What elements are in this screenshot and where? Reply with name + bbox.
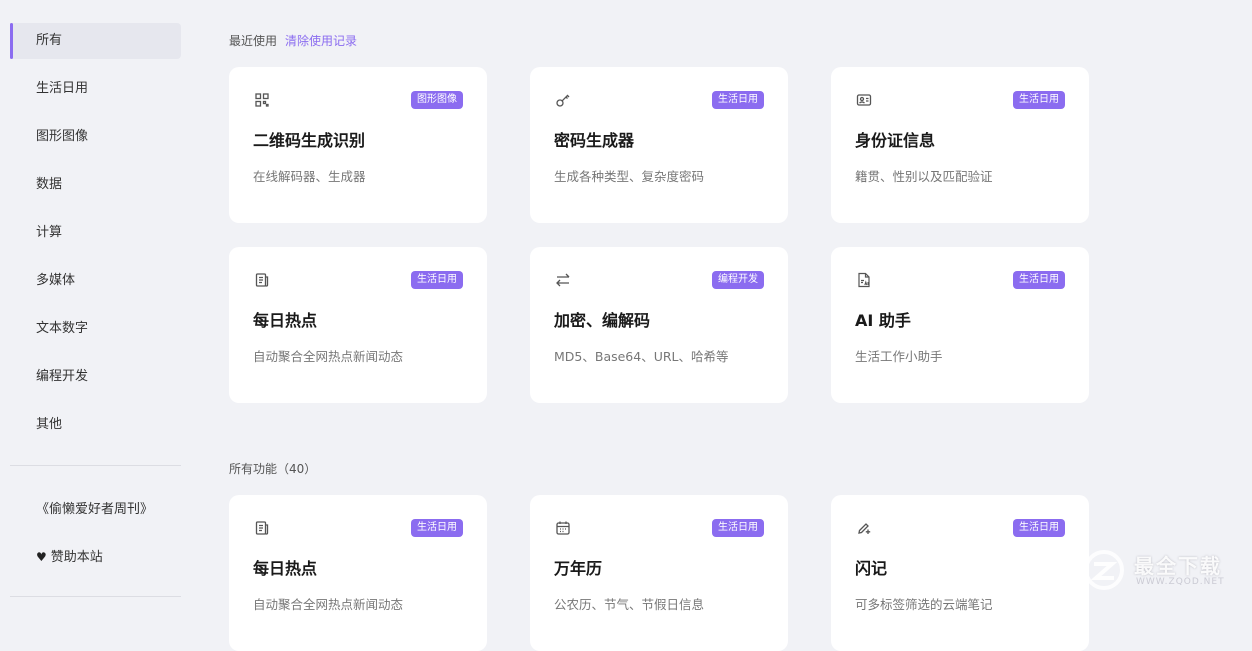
- watermark-logo-icon: [1084, 550, 1124, 590]
- calendar-icon: [555, 520, 571, 536]
- category-badge: 生活日用: [411, 519, 463, 537]
- card-description: 生活工作小助手: [855, 349, 943, 364]
- tool-card-daily-hot[interactable]: 生活日用 每日热点 自动聚合全网热点新闻动态: [229, 247, 487, 403]
- card-title: 加密、编解码: [554, 311, 651, 330]
- category-badge: 生活日用: [1013, 519, 1065, 537]
- pen-plus-icon: [856, 520, 872, 536]
- category-badge: 图形图像: [411, 91, 463, 109]
- tool-card-qrcode[interactable]: 图形图像 二维码生成识别 在线解码器、生成器: [229, 67, 487, 223]
- sponsor-link[interactable]: ♥ 赞助本站: [36, 546, 103, 565]
- tool-card-flash-notes[interactable]: 生活日用 闪记 可多标签筛选的云端笔记: [831, 495, 1089, 651]
- tool-card-calendar[interactable]: 生活日用 万年历 公农历、节气、节假日信息: [530, 495, 788, 651]
- news-icon: [254, 520, 270, 536]
- category-badge: 生活日用: [411, 271, 463, 289]
- all-features-title: 所有功能（40）: [229, 462, 317, 476]
- card-title: 二维码生成识别: [253, 131, 366, 150]
- tool-card-id-card[interactable]: 生活日用 身份证信息 籍贯、性别以及匹配验证: [831, 67, 1089, 223]
- clear-history-link[interactable]: 清除使用记录: [285, 34, 357, 48]
- sidebar-divider-bottom: [10, 596, 181, 597]
- card-title: 密码生成器: [554, 131, 635, 150]
- sidebar-item-graphics[interactable]: 图形图像: [10, 119, 181, 155]
- qrcode-icon: [254, 92, 270, 108]
- sidebar-item-text-numbers[interactable]: 文本数字: [10, 311, 181, 347]
- heart-icon: ♥: [36, 550, 47, 564]
- card-description: 可多标签筛选的云端笔记: [855, 597, 993, 612]
- sponsor-label: 赞助本站: [50, 550, 103, 565]
- category-badge: 生活日用: [1013, 271, 1065, 289]
- card-description: 籍贯、性别以及匹配验证: [855, 169, 993, 184]
- tool-card-ai-assistant[interactable]: 生活日用 AI 助手 生活工作小助手: [831, 247, 1089, 403]
- weekly-link[interactable]: 《偷懒爱好者周刊》: [36, 498, 153, 517]
- sidebar-item-calculate[interactable]: 计算: [10, 215, 181, 251]
- card-description: 在线解码器、生成器: [253, 169, 366, 184]
- sidebar-item-data[interactable]: 数据: [10, 167, 181, 203]
- card-title: 每日热点: [253, 559, 318, 578]
- card-title: 每日热点: [253, 311, 318, 330]
- id-card-icon: [856, 92, 872, 108]
- card-title: 闪记: [855, 559, 888, 578]
- category-badge: 生活日用: [1013, 91, 1065, 109]
- card-title: AI 助手: [855, 311, 911, 330]
- ai-file-icon: [856, 272, 872, 288]
- card-description: MD5、Base64、URL、哈希等: [554, 349, 729, 364]
- card-description: 自动聚合全网热点新闻动态: [253, 349, 404, 364]
- key-icon: [555, 92, 571, 108]
- recent-section-header: 最近使用 清除使用记录: [229, 32, 357, 49]
- sidebar: 所有 生活日用 图形图像 数据 计算 多媒体 文本数字 编程开发 其他 《偷懒爱…: [0, 0, 190, 612]
- card-title: 万年历: [554, 559, 603, 578]
- tool-card-password-generator[interactable]: 生活日用 密码生成器 生成各种类型、复杂度密码: [530, 67, 788, 223]
- sidebar-item-all[interactable]: 所有: [10, 23, 181, 59]
- tool-card-daily-hot-all[interactable]: 生活日用 每日热点 自动聚合全网热点新闻动态: [229, 495, 487, 651]
- category-badge: 编程开发: [712, 271, 764, 289]
- recent-section-title: 最近使用: [229, 34, 278, 48]
- watermark-subtext: WWW.ZQOD.NET: [1136, 577, 1225, 587]
- category-badge: 生活日用: [712, 91, 764, 109]
- sidebar-divider: [10, 465, 181, 466]
- card-description: 生成各种类型、复杂度密码: [554, 169, 705, 184]
- news-icon: [254, 272, 270, 288]
- sidebar-item-multimedia[interactable]: 多媒体: [10, 263, 181, 299]
- card-description: 公农历、节气、节假日信息: [554, 597, 705, 612]
- sidebar-item-daily-life[interactable]: 生活日用: [10, 71, 181, 107]
- sidebar-item-programming[interactable]: 编程开发: [10, 359, 181, 395]
- tool-card-encoding[interactable]: 编程开发 加密、编解码 MD5、Base64、URL、哈希等: [530, 247, 788, 403]
- site-watermark: 最全下载 WWW.ZQOD.NET: [1082, 548, 1252, 592]
- card-title: 身份证信息: [855, 131, 936, 150]
- sidebar-item-other[interactable]: 其他: [10, 407, 181, 443]
- card-description: 自动聚合全网热点新闻动态: [253, 597, 404, 612]
- watermark-text: 最全下载: [1134, 554, 1222, 578]
- swap-arrows-icon: [555, 272, 571, 288]
- category-badge: 生活日用: [712, 519, 764, 537]
